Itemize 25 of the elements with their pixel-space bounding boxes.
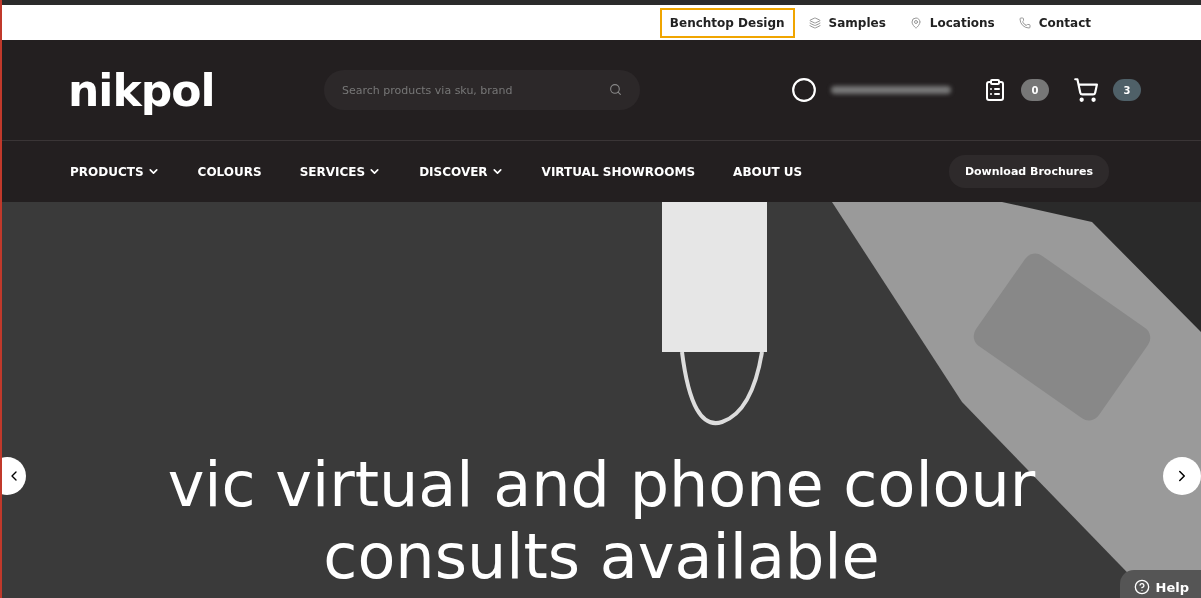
nav-link[interactable]: ABOUT US <box>733 164 803 179</box>
map-pin-icon <box>909 16 922 29</box>
nav-link[interactable]: DISCOVER <box>419 164 504 179</box>
nav-link[interactable]: COLOURS <box>197 164 262 179</box>
help-icon <box>1133 579 1150 595</box>
nav-link[interactable]: PRODUCTS <box>70 164 160 179</box>
top-link[interactable]: Contact <box>1028 7 1101 38</box>
top-link[interactable]: Samples <box>818 7 896 38</box>
phone-icon <box>1018 16 1031 29</box>
help-button[interactable]: Help <box>1119 570 1201 598</box>
search-field[interactable]: Search products via sku, brand <box>324 70 640 110</box>
nav-link[interactable]: VIRTUAL SHOWROOMS <box>541 164 696 179</box>
hero-headline: consults available <box>323 520 880 592</box>
clipboard-icon[interactable] <box>983 78 1007 102</box>
search-icon[interactable] <box>609 83 622 96</box>
nav-link[interactable]: SERVICES <box>299 164 382 179</box>
hero-headline: vic virtual and phone colour <box>167 449 1036 521</box>
top-link[interactable]: Benchtop Design <box>659 7 795 38</box>
cart-count: 3 <box>1113 79 1141 101</box>
top-link[interactable]: Locations <box>919 7 1005 38</box>
logo[interactable]: nikpol <box>68 64 324 116</box>
quote-count: 0 <box>1021 79 1049 101</box>
layers-icon <box>808 16 821 29</box>
download-brochures-button[interactable]: Download Brochures <box>948 155 1109 188</box>
cart-icon[interactable] <box>1073 77 1099 103</box>
